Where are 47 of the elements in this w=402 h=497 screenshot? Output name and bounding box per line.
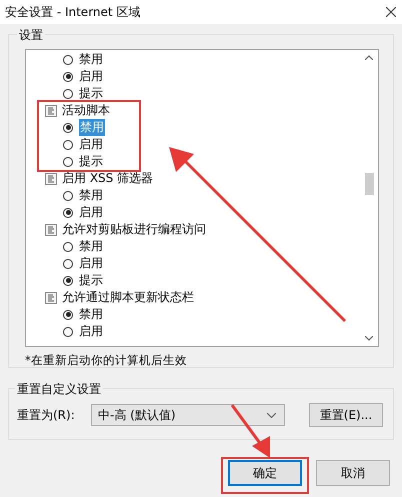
- radio-button[interactable]: [63, 242, 73, 252]
- radio-button[interactable]: [63, 156, 73, 166]
- radio-button[interactable]: [63, 258, 73, 268]
- field-label: 重置为(R):: [17, 406, 76, 424]
- setting-heading: 活动脚本: [62, 102, 110, 119]
- radio-option[interactable]: 启用: [45, 323, 354, 340]
- setting-heading: 允许通过脚本更新状态栏: [62, 289, 194, 306]
- radio-option[interactable]: 提示: [45, 153, 354, 170]
- radio-option[interactable]: 禁用: [45, 306, 354, 323]
- radio-option[interactable]: 启用: [45, 255, 354, 272]
- radio-option[interactable]: 提示: [45, 272, 354, 289]
- script-icon: [45, 104, 57, 116]
- scrollbar-thumb[interactable]: [365, 173, 374, 195]
- reset-button[interactable]: 重置(E)...: [309, 403, 383, 427]
- footnote: *在重新启动你的计算机后生效: [25, 353, 188, 368]
- radio-button[interactable]: [63, 208, 73, 218]
- radio-option[interactable]: 禁用: [45, 187, 354, 204]
- radio-button[interactable]: [63, 326, 73, 336]
- radio-button[interactable]: [63, 54, 73, 64]
- radio-option[interactable]: 启用: [45, 136, 354, 153]
- radio-option[interactable]: 启用: [45, 204, 354, 221]
- level-dropdown[interactable]: 中-高 (默认值): [91, 404, 285, 426]
- radio-button[interactable]: [63, 310, 73, 320]
- radio-button[interactable]: [63, 88, 73, 98]
- script-icon: [45, 292, 57, 304]
- scroll-up-icon[interactable]: [365, 55, 373, 60]
- radio-option[interactable]: 启用: [45, 68, 354, 85]
- window-title: 安全设置 - Internet 区域: [5, 4, 140, 20]
- group-label: 重置自定义设置: [15, 381, 103, 398]
- close-icon[interactable]: [386, 7, 396, 17]
- scroll-down-icon[interactable]: [365, 336, 373, 341]
- radio-button[interactable]: [63, 276, 73, 286]
- radio-option[interactable]: 禁用: [45, 238, 354, 255]
- radio-option[interactable]: 提示: [45, 85, 354, 102]
- radio-button[interactable]: [63, 122, 73, 132]
- radio-button[interactable]: [63, 190, 73, 200]
- radio-option[interactable]: 禁用: [45, 51, 354, 68]
- annotation-arrow: [230, 404, 270, 458]
- setting-heading: 启用 XSS 筛选器: [62, 170, 154, 187]
- dialog-button[interactable]: 取消: [316, 460, 390, 486]
- radio-button[interactable]: [63, 140, 73, 150]
- chevron-icon: [267, 412, 276, 418]
- script-icon: [45, 224, 57, 236]
- dialog-button[interactable]: 确定: [228, 460, 302, 486]
- radio-button[interactable]: [63, 72, 73, 82]
- setting-heading: 允许对剪贴板进行编程访问: [62, 221, 206, 238]
- script-icon: [45, 172, 57, 184]
